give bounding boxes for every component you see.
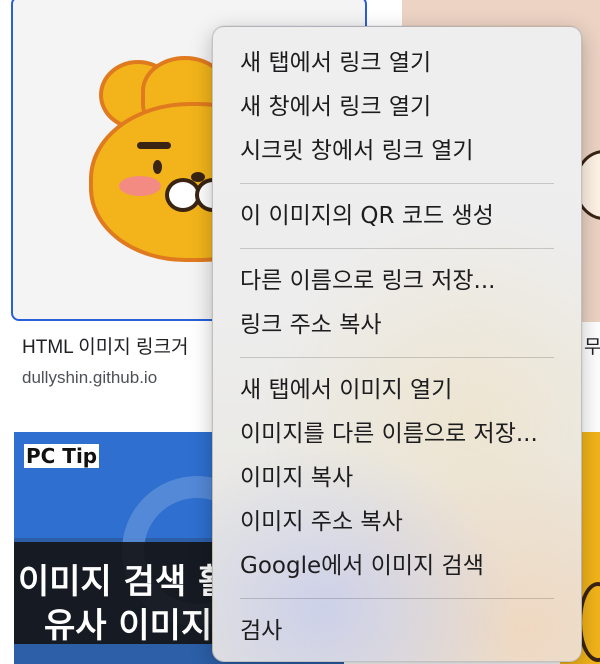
menu-item-save-link-as[interactable]: 다른 이름으로 링크 저장... (213, 259, 581, 303)
menu-item-copy-image[interactable]: 이미지 복사 (213, 456, 581, 500)
result-title[interactable]: HTML 이미지 링크거 (22, 332, 188, 359)
menu-item-inspect[interactable]: 검사 (213, 609, 581, 653)
menu-item-open-link-incognito[interactable]: 시크릿 창에서 링크 열기 (213, 129, 581, 173)
character-brow (137, 142, 171, 149)
menu-item-create-qr-code[interactable]: 이 이미지의 QR 코드 생성 (213, 194, 581, 238)
menu-item-copy-image-address[interactable]: 이미지 주소 복사 (213, 500, 581, 544)
result-title-partial[interactable]: 무료 (584, 332, 600, 359)
menu-item-search-image-google[interactable]: Google에서 이미지 검색 (213, 544, 581, 588)
thumbnail-caption-line1: 이미지 검색 활 (18, 562, 230, 602)
character-cheek (119, 176, 161, 196)
menu-item-open-link-new-window[interactable]: 새 창에서 링크 열기 (213, 85, 581, 129)
character-nose (191, 172, 205, 182)
character-eye (153, 160, 162, 174)
browser-page: HTML 이미지 링크거 무료 dullyshin.github.io PC T… (0, 0, 600, 664)
menu-separator (240, 357, 554, 358)
menu-item-copy-link-address[interactable]: 링크 주소 복사 (213, 303, 581, 347)
menu-separator (240, 598, 554, 599)
thumbnail-caption-line2: 유사 이미지 (44, 606, 213, 646)
menu-item-open-image-new-tab[interactable]: 새 탭에서 이미지 열기 (213, 368, 581, 412)
result-source[interactable]: dullyshin.github.io (22, 368, 157, 388)
menu-separator (240, 248, 554, 249)
menu-item-open-link-new-tab[interactable]: 새 탭에서 링크 열기 (213, 41, 581, 85)
thumbnail-badge: PC Tip (24, 444, 100, 468)
menu-separator (240, 183, 554, 184)
menu-item-save-image-as[interactable]: 이미지를 다른 이름으로 저장... (213, 412, 581, 456)
context-menu: 새 탭에서 링크 열기 새 창에서 링크 열기 시크릿 창에서 링크 열기 이 … (212, 26, 582, 662)
